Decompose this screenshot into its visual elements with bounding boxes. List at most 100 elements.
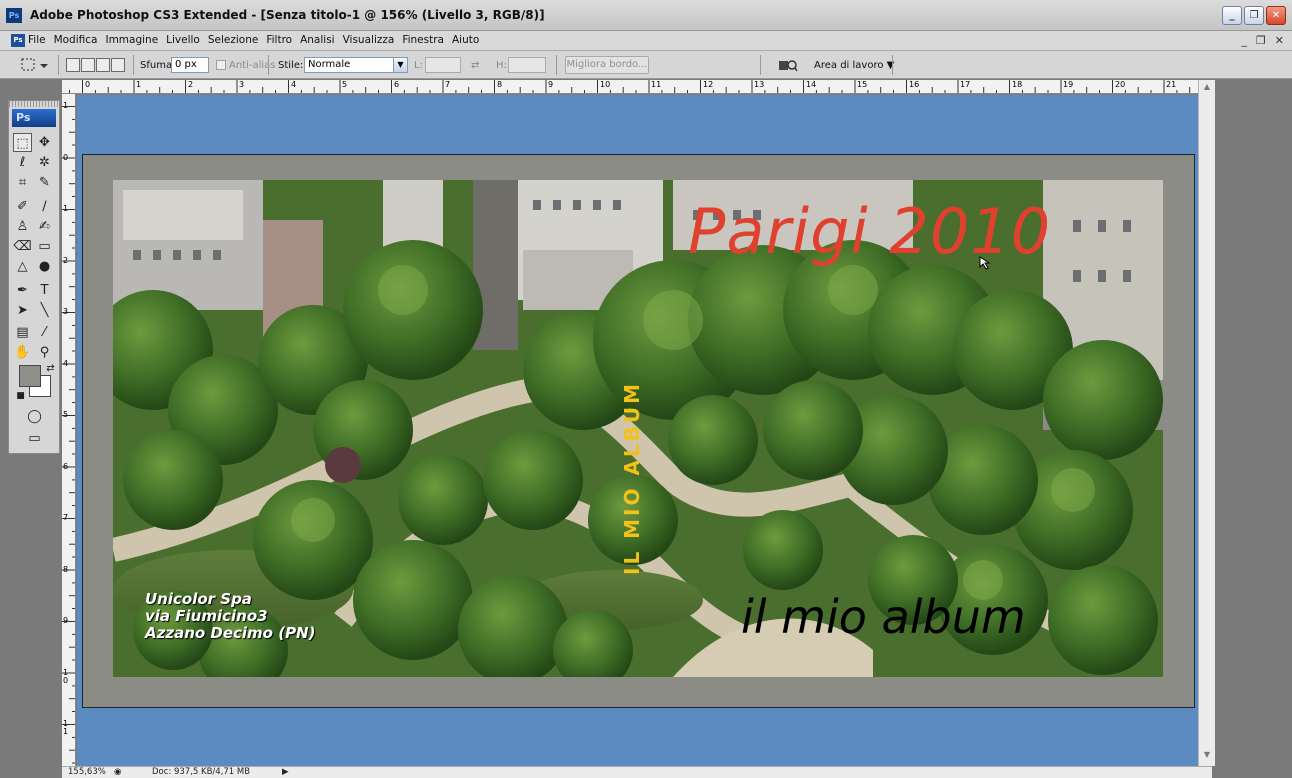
menu-finestra[interactable]: Finestra xyxy=(402,34,444,46)
canvas-area[interactable]: Parigi 2010 IL MIO ALBUM il mio album Un… xyxy=(77,95,1198,766)
menu-filtro[interactable]: Filtro xyxy=(266,34,292,46)
style-label: Stile: xyxy=(278,60,304,71)
h-ruler-tick: 1 xyxy=(136,80,142,89)
options-bar: Sfuma: 0 px Anti-alias Stile: Normale ▼ … xyxy=(0,51,1292,79)
screen-mode-icon[interactable]: ▭ xyxy=(25,429,44,448)
workspace-icon[interactable] xyxy=(778,58,798,72)
type-tool-icon[interactable]: T xyxy=(35,281,54,300)
v-ruler-tick: 7 xyxy=(63,513,69,522)
menu-immagine[interactable]: Immagine xyxy=(105,34,158,46)
h-ruler-tick: 14 xyxy=(806,80,817,89)
crop-tool-icon[interactable]: ⌗ xyxy=(13,173,32,192)
v-ruler-tick: 0 xyxy=(63,153,69,162)
document-size: Doc: 937,5 KB/4,71 MB xyxy=(152,767,251,777)
window-title: Adobe Photoshop CS3 Extended - [Senza ti… xyxy=(30,8,545,22)
scroll-up-icon[interactable]: ▲ xyxy=(1201,82,1213,94)
hand-tool-icon[interactable]: ✋ xyxy=(13,343,32,362)
width-input[interactable] xyxy=(425,57,461,73)
blur-tool-icon[interactable]: △ xyxy=(13,257,32,276)
doc-minimize-button[interactable]: _ xyxy=(1241,34,1247,47)
intersect-selection-icon[interactable] xyxy=(111,58,125,72)
move-tool-icon[interactable]: ✥ xyxy=(35,133,54,152)
workspace-menu[interactable]: Area di lavoro ▼ xyxy=(814,60,894,71)
default-colors-icon[interactable]: ■ xyxy=(11,387,30,406)
h-ruler-tick: 15 xyxy=(857,80,868,89)
h-ruler-tick: 5 xyxy=(342,80,348,89)
style-select[interactable]: Normale ▼ xyxy=(304,57,408,73)
doc-restore-button[interactable]: ❐ xyxy=(1256,34,1266,47)
zoom-level[interactable]: 155,63% xyxy=(68,767,106,777)
menu-bar: Ps File Modifica Immagine Livello Selezi… xyxy=(0,31,1292,51)
workspace-background xyxy=(1215,80,1292,778)
pen-tool-icon[interactable]: ✒ xyxy=(13,281,32,300)
h-ruler-tick: 17 xyxy=(960,80,971,89)
menu-livello[interactable]: Livello xyxy=(166,34,200,46)
swap-dimensions-icon[interactable]: ⇄ xyxy=(471,60,479,71)
v-ruler-tick: 1 xyxy=(63,204,69,213)
feather-input[interactable]: 0 px xyxy=(171,57,209,73)
park-photo[interactable]: Parigi 2010 IL MIO ALBUM il mio album Un… xyxy=(113,180,1163,677)
foreground-color-swatch[interactable] xyxy=(19,365,41,387)
marquee-tool-preset-icon[interactable] xyxy=(20,57,50,73)
line-tool-icon[interactable]: ╲ xyxy=(35,301,54,320)
restore-button[interactable]: ❐ xyxy=(1244,6,1264,25)
history-brush-icon[interactable]: ✍ xyxy=(35,217,54,236)
refine-edge-button[interactable]: Migliora bordo... xyxy=(565,56,649,74)
document-icon[interactable]: Ps xyxy=(11,34,25,47)
quick-mask-icon[interactable]: ◯ xyxy=(25,407,44,426)
antialias-checkbox[interactable] xyxy=(216,60,226,70)
subtract-selection-icon[interactable] xyxy=(96,58,110,72)
status-info-icon[interactable]: ◉ xyxy=(114,767,121,777)
toolbox-grip[interactable] xyxy=(9,101,59,107)
vertical-album-text: IL MIO ALBUM xyxy=(620,380,644,575)
status-menu-arrow-icon[interactable]: ▶ xyxy=(282,767,289,777)
magic-wand-icon[interactable]: ✲ xyxy=(35,153,54,172)
h-ruler-tick: 9 xyxy=(548,80,554,89)
address-line: Unicolor Spa xyxy=(145,590,252,608)
vertical-scrollbar[interactable]: ▲ ▼ xyxy=(1198,80,1215,766)
h-ruler-tick: 19 xyxy=(1063,80,1074,89)
chevron-down-icon: ▼ xyxy=(393,58,407,72)
healing-brush-icon[interactable]: ✐ xyxy=(13,197,32,216)
lasso-tool-icon[interactable]: ℓ xyxy=(13,153,32,172)
close-button[interactable]: ✕ xyxy=(1266,6,1286,25)
menu-analisi[interactable]: Analisi xyxy=(300,34,335,46)
h-ruler-tick: 8 xyxy=(497,80,503,89)
path-selection-icon[interactable]: ➤ xyxy=(13,301,32,320)
new-selection-icon[interactable] xyxy=(66,58,80,72)
h-ruler-tick: 4 xyxy=(291,80,297,89)
address-line: via Fiumicino3 xyxy=(145,607,268,625)
v-ruler-tick: 1 0 xyxy=(63,668,69,685)
v-ruler-tick: 1 xyxy=(63,101,69,110)
doc-close-button[interactable]: ✕ xyxy=(1275,34,1284,47)
menu-selezione[interactable]: Selezione xyxy=(208,34,258,46)
slice-tool-icon[interactable]: ✎ xyxy=(35,173,54,192)
minimize-button[interactable]: _ xyxy=(1222,6,1242,25)
clone-stamp-icon[interactable]: ♙ xyxy=(13,217,32,236)
window-controls: _ ❐ ✕ xyxy=(1222,6,1286,25)
title-bar: Ps Adobe Photoshop CS3 Extended - [Senza… xyxy=(0,0,1292,31)
swap-colors-icon[interactable]: ⇄ xyxy=(41,359,60,378)
add-to-selection-icon[interactable] xyxy=(81,58,95,72)
status-bar: 155,63% ◉ Doc: 937,5 KB/4,71 MB ▶ xyxy=(62,766,1212,778)
marquee-tool-icon[interactable]: ⬚ xyxy=(13,133,32,152)
height-input[interactable] xyxy=(508,57,546,73)
gradient-tool-icon[interactable]: ▭ xyxy=(35,237,54,256)
menu-visualizza[interactable]: Visualizza xyxy=(343,34,395,46)
menu-items: File Modifica Immagine Livello Selezione… xyxy=(28,34,479,46)
scroll-down-icon[interactable]: ▼ xyxy=(1201,750,1213,762)
album-text: il mio album xyxy=(741,590,1026,644)
menu-aiuto[interactable]: Aiuto xyxy=(452,34,479,46)
menu-file[interactable]: File xyxy=(28,34,46,46)
v-ruler-tick: 9 xyxy=(63,616,69,625)
eyedropper-icon[interactable]: ⁄ xyxy=(35,323,54,342)
style-select-value: Normale xyxy=(308,59,351,70)
dodge-tool-icon[interactable]: ● xyxy=(35,257,54,276)
h-ruler-tick: 0 xyxy=(85,80,91,89)
v-ruler-tick: 8 xyxy=(63,565,69,574)
brush-tool-icon[interactable]: ∕ xyxy=(35,197,54,216)
eraser-tool-icon[interactable]: ⌫ xyxy=(13,237,32,256)
height-label: H: xyxy=(496,60,507,71)
notes-tool-icon[interactable]: ▤ xyxy=(13,323,32,342)
menu-modifica[interactable]: Modifica xyxy=(54,34,98,46)
